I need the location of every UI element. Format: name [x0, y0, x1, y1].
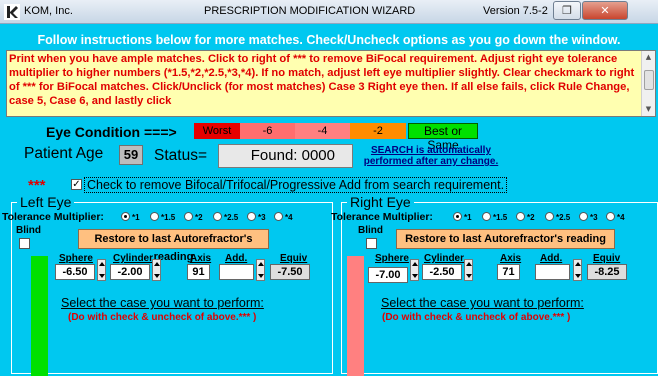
- bifocal-label[interactable]: Check to remove Bifocal/Trifocal/Progres…: [84, 177, 508, 193]
- right-cylinder-spinner[interactable]: [464, 259, 473, 281]
- left-tolerance-option-2[interactable]: *2: [184, 212, 203, 222]
- app-name: KOM, Inc.: [24, 5, 73, 17]
- left-tolerance-label: Tolerance Multiplier:: [2, 211, 104, 223]
- right-add-spinner[interactable]: [573, 259, 582, 281]
- left-add-field[interactable]: [219, 264, 254, 280]
- left-eye-title: Left Eye: [17, 194, 75, 210]
- radio-icon: [274, 212, 283, 221]
- right-tolerance-option-2-5[interactable]: *2.5: [545, 212, 570, 222]
- left-add-spinner[interactable]: [256, 259, 265, 281]
- right-tolerance-option-4[interactable]: *4: [606, 212, 625, 222]
- radio-icon: [516, 212, 525, 221]
- right-tolerance-option-2[interactable]: *2: [516, 212, 535, 222]
- left-cylinder-field[interactable]: -2.00: [110, 264, 150, 280]
- left-tolerance-option-1[interactable]: *1: [121, 212, 140, 222]
- left-condition-bar: [31, 256, 48, 376]
- right-eye-panel: Right Eye Tolerance Multiplier: *1 *1.5 …: [331, 194, 658, 376]
- radio-icon: [247, 212, 256, 221]
- right-sphere-field[interactable]: -7.00: [368, 267, 408, 283]
- right-tolerance-label: Tolerance Multiplier:: [331, 211, 433, 223]
- right-sphere-label: Sphere: [375, 253, 409, 264]
- eye-condition-label: Eye Condition ===>: [46, 124, 177, 140]
- close-icon: ✕: [600, 4, 610, 17]
- patient-age-value: 59: [119, 145, 143, 165]
- bifocal-checkbox[interactable]: ✓: [71, 179, 82, 190]
- title-bar: KOM, Inc. PRESCRIPTION MODIFICATION WIZA…: [0, 0, 658, 24]
- left-axis-label: Axis: [190, 253, 212, 264]
- right-blind-label: Blind: [358, 225, 383, 236]
- left-case-note: (Do with check & uncheck of above.*** ): [68, 312, 257, 323]
- condition-minus-4: -4: [295, 123, 350, 139]
- right-add-field[interactable]: [535, 264, 570, 280]
- right-cylinder-field[interactable]: -2.50: [422, 264, 462, 280]
- left-tolerance-option-1-5[interactable]: *1.5: [150, 212, 175, 222]
- left-sphere-field[interactable]: -6.50: [55, 264, 95, 280]
- right-axis-label: Axis: [500, 253, 522, 264]
- right-tolerance-option-3[interactable]: *3: [579, 212, 598, 222]
- left-equiv-field: -7.50: [270, 264, 310, 280]
- restore-icon: ❐: [562, 4, 572, 17]
- radio-icon: [482, 212, 491, 221]
- version-label: Version 7.5-2: [483, 5, 548, 17]
- right-tolerance-option-1-5[interactable]: *1.5: [482, 212, 507, 222]
- instructions-box[interactable]: Print when you have ample matches. Click…: [6, 50, 656, 117]
- left-sphere-spinner[interactable]: [97, 259, 106, 281]
- left-add-label: Add.: [225, 253, 248, 264]
- left-equiv-label: Equiv: [280, 253, 308, 264]
- condition-worst: Worst: [194, 123, 240, 139]
- scroll-up-icon[interactable]: ▲: [642, 51, 655, 64]
- instructions-header: Follow instructions below for more match…: [37, 33, 621, 47]
- left-axis-field[interactable]: 91: [187, 264, 210, 280]
- right-condition-bar: [347, 256, 364, 376]
- radio-icon: [213, 212, 222, 221]
- radio-icon: [121, 212, 130, 221]
- right-sphere-spinner[interactable]: [410, 259, 419, 281]
- right-equiv-field: -8.25: [587, 264, 627, 280]
- left-blind-checkbox[interactable]: [19, 238, 30, 249]
- condition-minus-2: -2: [350, 123, 406, 139]
- left-tolerance-option-2-5[interactable]: *2.5: [213, 212, 238, 222]
- left-restore-button[interactable]: Restore to last Autorefractor's reading: [78, 229, 269, 263]
- right-case-title: Select the case you want to perform:: [381, 296, 584, 310]
- radio-icon: [579, 212, 588, 221]
- radio-icon: [606, 212, 615, 221]
- search-note: SEARCH is automatically performed after …: [363, 145, 499, 167]
- radio-icon: [545, 212, 554, 221]
- condition-best: Best or Same: [408, 123, 478, 152]
- condition-minus-6: -6: [240, 123, 295, 139]
- left-tolerance-option-3[interactable]: *3: [247, 212, 266, 222]
- right-case-note: (Do with check & uncheck of above.*** ): [382, 312, 571, 323]
- left-eye-panel: Left Eye Tolerance Multiplier: *1 *1.5 *…: [2, 194, 333, 376]
- instructions-scrollbar[interactable]: ▲ ▼: [641, 51, 655, 116]
- app-icon: [4, 4, 20, 20]
- left-cylinder-spinner[interactable]: [152, 259, 161, 281]
- right-tolerance-option-1[interactable]: *1: [453, 212, 472, 222]
- radio-icon: [150, 212, 159, 221]
- window-title: PRESCRIPTION MODIFICATION WIZARD: [204, 5, 416, 17]
- right-equiv-label: Equiv: [593, 253, 621, 264]
- scroll-down-icon[interactable]: ▼: [642, 103, 655, 116]
- restore-window-button[interactable]: ❐: [553, 1, 581, 20]
- right-restore-button[interactable]: Restore to last Autorefractor's reading: [396, 229, 615, 249]
- right-cylinder-label: Cylinder: [424, 253, 465, 264]
- left-sphere-label: Sphere: [59, 253, 93, 264]
- right-add-label: Add.: [540, 253, 563, 264]
- left-tolerance-option-4[interactable]: *4: [274, 212, 293, 222]
- radio-icon: [184, 212, 193, 221]
- left-cylinder-label: Cylinder: [113, 253, 154, 264]
- radio-icon: [453, 212, 462, 221]
- left-case-title: Select the case you want to perform:: [61, 296, 264, 310]
- right-blind-checkbox[interactable]: [366, 238, 377, 249]
- instructions-text: Print when you have ample matches. Click…: [9, 53, 635, 107]
- right-axis-field[interactable]: 71: [497, 264, 520, 280]
- scroll-thumb[interactable]: [644, 70, 654, 90]
- close-window-button[interactable]: ✕: [582, 1, 628, 20]
- patient-age-label: Patient Age: [24, 145, 104, 162]
- right-eye-title: Right Eye: [347, 194, 414, 210]
- left-blind-label: Blind: [16, 225, 41, 236]
- bifocal-stars: ***: [28, 177, 46, 194]
- status-label: Status=: [154, 147, 207, 164]
- status-display: Found: 0000: [218, 144, 353, 168]
